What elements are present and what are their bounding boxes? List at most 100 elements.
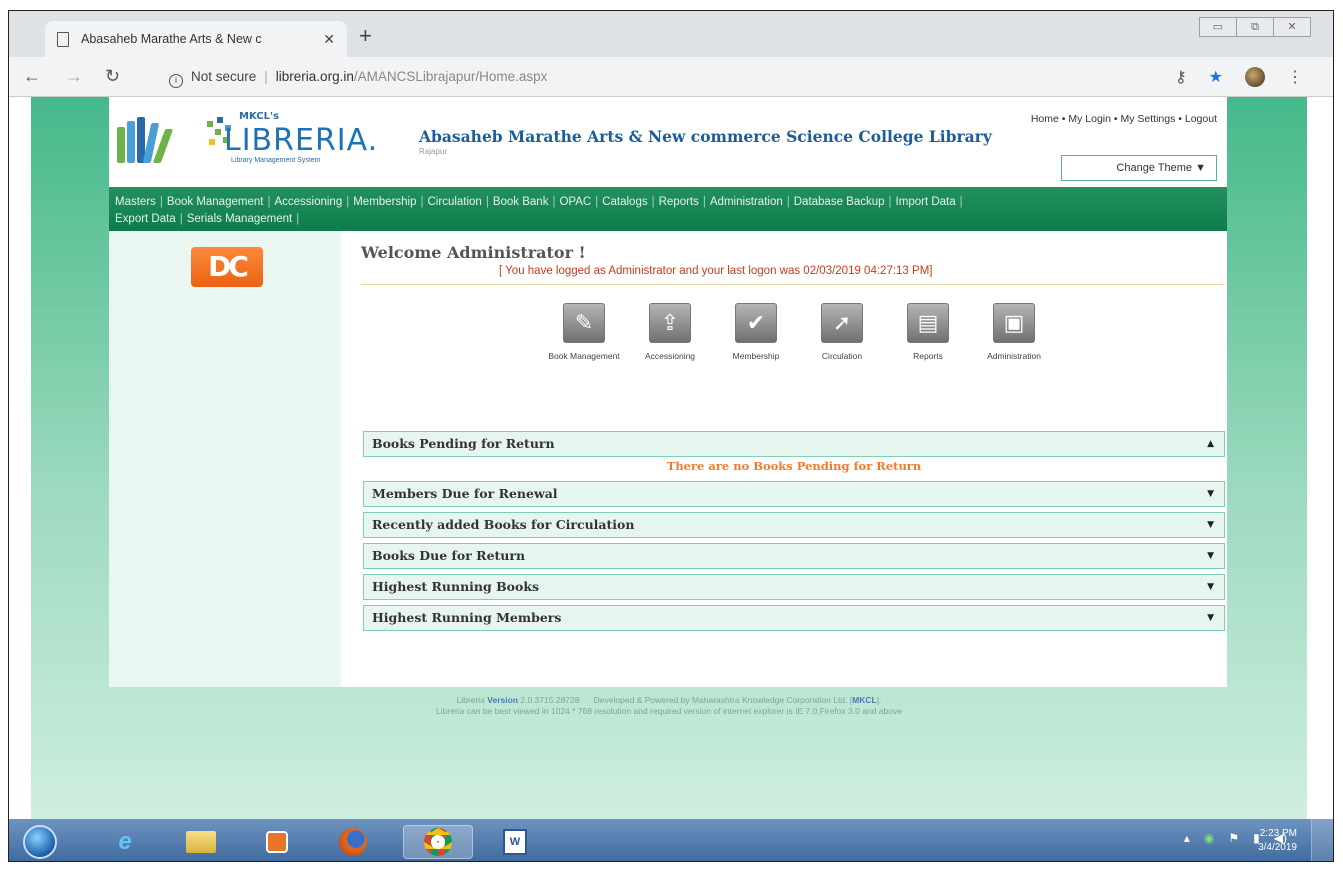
- start-button[interactable]: [23, 825, 57, 859]
- menu-membership[interactable]: Membership: [353, 196, 416, 208]
- college-name: Abasaheb Marathe Arts & New commerce Sci…: [419, 127, 992, 146]
- footer: Libreria Version 2.0.3715.28728 Develope…: [31, 695, 1307, 717]
- tab-title: Abasaheb Marathe Arts & New c: [81, 32, 262, 46]
- firefox-icon[interactable]: [329, 825, 377, 859]
- toolbar-icons: ⚷ ★ ⋮: [1175, 67, 1303, 87]
- menu-accessioning[interactable]: Accessioning: [274, 196, 342, 208]
- dc-logo: DC: [191, 247, 263, 287]
- libreria-books-logo: [117, 117, 183, 163]
- expand-icon[interactable]: ▼: [1207, 575, 1214, 599]
- expand-icon[interactable]: ▼: [1207, 482, 1214, 506]
- my-settings-link[interactable]: My Settings: [1121, 113, 1176, 125]
- top-links: Home • My Login • My Settings • Logout: [1030, 113, 1217, 125]
- explorer-folder-icon[interactable]: [177, 825, 225, 859]
- college-place: Rajapur: [419, 147, 448, 156]
- quick-icons: ✎ Book Management ⇪ Accessioning ✔ Membe…: [541, 303, 1057, 361]
- menu-reports[interactable]: Reports: [659, 196, 699, 208]
- section-books-due-return[interactable]: Books Due for Return ▼: [363, 543, 1225, 569]
- quick-circulation[interactable]: ➚ Circulation: [799, 303, 885, 361]
- reload-icon[interactable]: ↻: [105, 66, 120, 87]
- quick-reports[interactable]: ▤ Reports: [885, 303, 971, 361]
- header: MKCL's LIBRERIA. Library Management Syst…: [109, 97, 1227, 187]
- clock-date: 3/4/2019: [1258, 842, 1297, 853]
- flag-icon[interactable]: ⚑: [1228, 831, 1239, 845]
- administration-icon: ▣: [993, 303, 1035, 343]
- expand-icon[interactable]: ▼: [1207, 606, 1214, 630]
- left-column: DC: [109, 231, 341, 687]
- menu-serials-management[interactable]: Serials Management: [187, 213, 292, 225]
- change-theme-dropdown[interactable]: Change Theme ▼: [1061, 155, 1217, 181]
- book-icon: ✎: [563, 303, 605, 343]
- menu-administration[interactable]: Administration: [710, 196, 783, 208]
- menu-export-data[interactable]: Export Data: [115, 213, 176, 225]
- url-field[interactable]: i Not secure | libreria.org.in/AMANCSLibraj…: [169, 63, 1289, 91]
- section-books-pending-return[interactable]: Books Pending for Return ▲: [363, 431, 1225, 457]
- forward-icon[interactable]: →: [65, 66, 83, 87]
- profile-avatar[interactable]: [1245, 67, 1265, 87]
- section-highest-running-books[interactable]: Highest Running Books ▼: [363, 574, 1225, 600]
- browser-note: Libreria can be best viewed in 1024 * 76…: [436, 706, 902, 716]
- tab-bar: Abasaheb Marathe Arts & New c ✕ + ▭ ⧉ ✕: [9, 11, 1333, 57]
- tray-app-icon[interactable]: ◉: [1204, 831, 1214, 845]
- tab-close-icon[interactable]: ✕: [323, 31, 335, 48]
- menu-catalogs[interactable]: Catalogs: [602, 196, 647, 208]
- new-tab-button[interactable]: +: [359, 23, 372, 49]
- menu-book-management[interactable]: Book Management: [167, 196, 264, 208]
- menu-dots-icon[interactable]: ⋮: [1287, 67, 1303, 87]
- menu-opac[interactable]: OPAC: [559, 196, 591, 208]
- collapse-icon[interactable]: ▲: [1207, 432, 1214, 456]
- my-login-link[interactable]: My Login: [1068, 113, 1111, 125]
- menu-masters[interactable]: Masters: [115, 196, 156, 208]
- expand-icon[interactable]: ▼: [1207, 544, 1214, 568]
- browser-window: Abasaheb Marathe Arts & New c ✕ + ▭ ⧉ ✕ …: [8, 10, 1334, 862]
- accession-icon: ⇪: [649, 303, 691, 343]
- quick-accessioning[interactable]: ⇪ Accessioning: [627, 303, 713, 361]
- logo-tagline: Library Management System: [231, 157, 321, 164]
- quick-administration[interactable]: ▣ Administration: [971, 303, 1057, 361]
- welcome-heading: Welcome Administrator !: [361, 243, 586, 262]
- maximize-button[interactable]: ⧉: [1236, 17, 1274, 37]
- media-player-icon[interactable]: [253, 825, 301, 859]
- browser-tab[interactable]: Abasaheb Marathe Arts & New c ✕: [45, 21, 347, 57]
- section-highest-running-members[interactable]: Highest Running Members ▼: [363, 605, 1225, 631]
- menu-database-backup[interactable]: Database Backup: [794, 196, 885, 208]
- quick-membership[interactable]: ✔ Membership: [713, 303, 799, 361]
- menu-import-data[interactable]: Import Data: [896, 196, 956, 208]
- quick-book-management[interactable]: ✎ Book Management: [541, 303, 627, 361]
- logo-libreria-text: LIBRERIA.: [224, 123, 379, 158]
- page-background: MKCL's LIBRERIA. Library Management Syst…: [31, 97, 1307, 819]
- home-link[interactable]: Home: [1031, 113, 1059, 125]
- info-icon[interactable]: i: [169, 74, 183, 88]
- url-path: /AMANCSLibrajapur/Home.aspx: [353, 69, 548, 84]
- minimize-button[interactable]: ▭: [1199, 17, 1237, 37]
- menu-circulation[interactable]: Circulation: [428, 196, 482, 208]
- logout-link[interactable]: Logout: [1185, 113, 1217, 125]
- key-icon[interactable]: ⚷: [1175, 67, 1187, 87]
- tray-arrow-icon[interactable]: ▴: [1184, 831, 1190, 845]
- chrome-icon[interactable]: [403, 825, 473, 859]
- no-pending-message: There are no Books Pending for Return: [666, 459, 922, 473]
- ie-icon[interactable]: e: [101, 825, 149, 859]
- content-area: Welcome Administrator ! [ You have logge…: [351, 231, 1227, 687]
- dashboard-sections: Books Pending for Return ▲ There are no …: [363, 431, 1225, 636]
- address-bar: ← → ↻ i Not secure | libreria.org.in/AMANCS…: [9, 57, 1333, 97]
- bookmark-star-icon[interactable]: ★: [1209, 67, 1223, 87]
- word-icon[interactable]: W: [491, 825, 539, 859]
- clock-time: 2:23 PM: [1259, 828, 1297, 839]
- show-desktop-button[interactable]: [1311, 819, 1333, 861]
- back-icon[interactable]: ←: [23, 66, 41, 87]
- close-button[interactable]: ✕: [1273, 17, 1311, 37]
- section-members-due-renewal[interactable]: Members Due for Renewal ▼: [363, 481, 1225, 507]
- expand-icon[interactable]: ▼: [1207, 513, 1214, 537]
- security-label: Not secure: [191, 69, 257, 84]
- window-controls: ▭ ⧉ ✕: [1199, 17, 1311, 37]
- version-number: 2.0.3715.28728: [520, 695, 580, 705]
- menu-book-bank[interactable]: Book Bank: [493, 196, 549, 208]
- reports-icon: ▤: [907, 303, 949, 343]
- circulation-icon: ➚: [821, 303, 863, 343]
- section-recently-added-books[interactable]: Recently added Books for Circulation ▼: [363, 512, 1225, 538]
- windows-taskbar: e W ▴ ◉ ⚑ ▮ ◀) 2:23 PM 3/4/2019: [9, 819, 1333, 861]
- mkcl-link[interactable]: MKCL: [852, 695, 877, 705]
- clock[interactable]: 2:23 PM 3/4/2019: [1258, 827, 1297, 855]
- divider: [361, 284, 1225, 285]
